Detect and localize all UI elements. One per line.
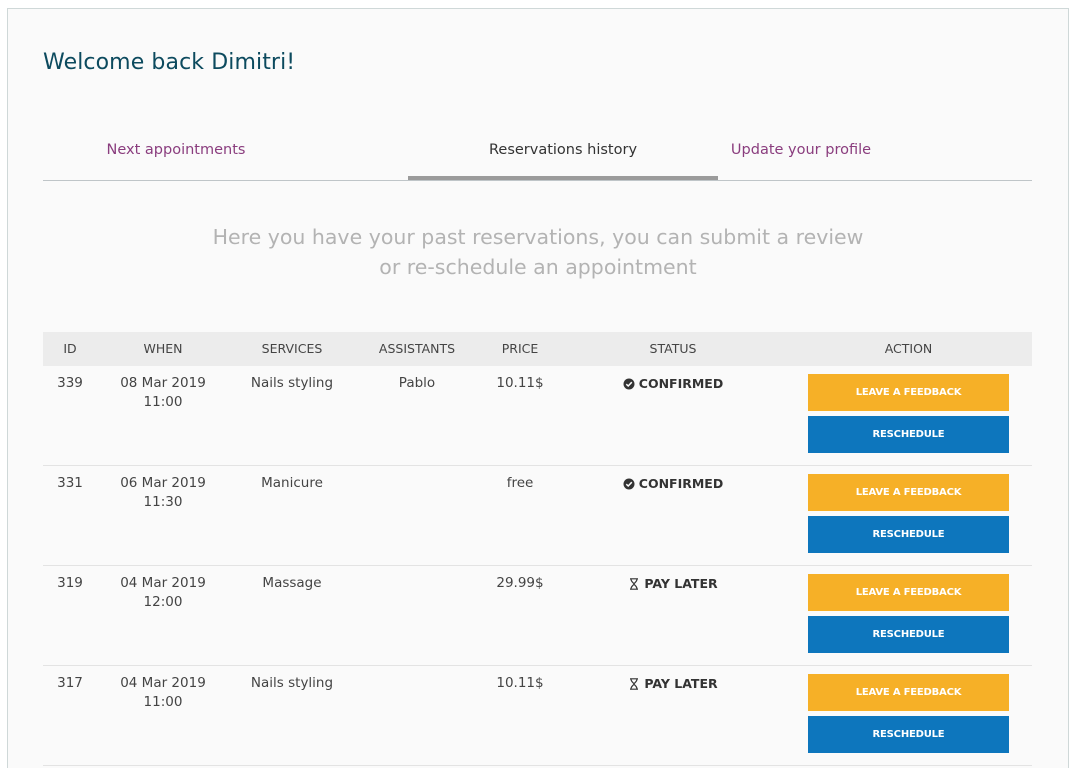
reservation-when: 04 Mar 2019 11:00: [113, 674, 213, 712]
tab-update-profile[interactable]: Update your profile: [718, 120, 884, 180]
intro-text: Here you have your past reservations, yo…: [212, 225, 864, 279]
table-header: ID WHEN SERVICES ASSISTANTS PRICE STATUS…: [43, 332, 1032, 366]
reservation-id: 331: [57, 475, 83, 491]
tab-reservations-history[interactable]: Reservations history: [408, 120, 718, 180]
reschedule-button[interactable]: RESCHEDULE: [808, 616, 1009, 653]
reservation-when: 08 Mar 2019 11:00: [113, 374, 213, 412]
check-circle-icon: [623, 478, 635, 489]
reservation-price: free: [506, 475, 534, 491]
table-row: 339 08 Mar 2019 11:00 Nails styling Pabl…: [43, 366, 1032, 466]
reservation-date: 04 Mar 2019: [120, 675, 206, 691]
hourglass-icon: [630, 577, 639, 590]
reservation-price: 10.11$: [496, 375, 544, 391]
column-header-price: PRICE: [501, 341, 539, 356]
reservation-service: Nails styling: [250, 375, 334, 391]
leave-feedback-button[interactable]: LEAVE A FEEDBACK: [808, 474, 1009, 511]
reservation-time: 12:00: [143, 594, 183, 610]
status-label: CONFIRMED: [638, 476, 724, 491]
hourglass-icon: [630, 677, 639, 690]
tab-bar: Next appointments Reservations history U…: [43, 120, 1032, 181]
reservation-assistant: Pablo: [398, 375, 436, 391]
column-header-id: ID: [63, 341, 77, 356]
reservation-status: CONFIRMED: [603, 474, 743, 493]
reservation-id: 319: [57, 575, 83, 591]
column-header-when: WHEN: [143, 341, 183, 356]
reservation-id: 339: [57, 375, 83, 391]
reschedule-button[interactable]: RESCHEDULE: [808, 416, 1009, 453]
table-row: 319 04 Mar 2019 12:00 Massage 29.99$ PAY…: [43, 566, 1032, 666]
reschedule-button[interactable]: RESCHEDULE: [808, 716, 1009, 753]
table-row: 331 06 Mar 2019 11:30 Manicure free CONF…: [43, 466, 1032, 566]
column-header-action: ACTION: [884, 341, 933, 356]
check-circle-icon: [623, 378, 635, 389]
leave-feedback-button[interactable]: LEAVE A FEEDBACK: [808, 674, 1009, 711]
reservation-price: 29.99$: [496, 575, 544, 591]
reservations-table: ID WHEN SERVICES ASSISTANTS PRICE STATUS…: [43, 332, 1032, 766]
column-header-services: SERVICES: [261, 341, 323, 356]
reschedule-button[interactable]: RESCHEDULE: [808, 516, 1009, 553]
tab-next-appointments[interactable]: Next appointments: [43, 120, 309, 180]
reservation-date: 04 Mar 2019: [120, 575, 206, 591]
reservation-date: 06 Mar 2019: [120, 475, 206, 491]
leave-feedback-button[interactable]: LEAVE A FEEDBACK: [808, 374, 1009, 411]
status-label: CONFIRMED: [638, 376, 724, 391]
active-tab-indicator: [408, 176, 718, 180]
reservation-service: Manicure: [261, 475, 323, 491]
reservation-id: 317: [57, 675, 83, 691]
table-row: 317 04 Mar 2019 11:00 Nails styling 10.1…: [43, 666, 1032, 766]
leave-feedback-button[interactable]: LEAVE A FEEDBACK: [808, 574, 1009, 611]
reservation-service: Nails styling: [250, 675, 334, 691]
welcome-heading: Welcome back Dimitri!: [43, 50, 296, 75]
reservation-status: PAY LATER: [603, 574, 743, 593]
reservation-price: 10.11$: [496, 675, 544, 691]
status-label: PAY LATER: [644, 676, 718, 691]
reservation-service: Massage: [262, 575, 322, 591]
reservation-time: 11:00: [143, 394, 183, 410]
reservation-time: 11:00: [143, 694, 183, 710]
reservation-status: PAY LATER: [603, 674, 743, 693]
reservation-when: 04 Mar 2019 12:00: [113, 574, 213, 612]
column-header-assistants: ASSISTANTS: [378, 341, 456, 356]
status-label: PAY LATER: [644, 576, 718, 591]
reservation-time: 11:30: [143, 494, 183, 510]
column-header-status: STATUS: [649, 341, 697, 356]
reservation-status: CONFIRMED: [603, 374, 743, 393]
reservation-date: 08 Mar 2019: [120, 375, 206, 391]
reservation-when: 06 Mar 2019 11:30: [113, 474, 213, 512]
